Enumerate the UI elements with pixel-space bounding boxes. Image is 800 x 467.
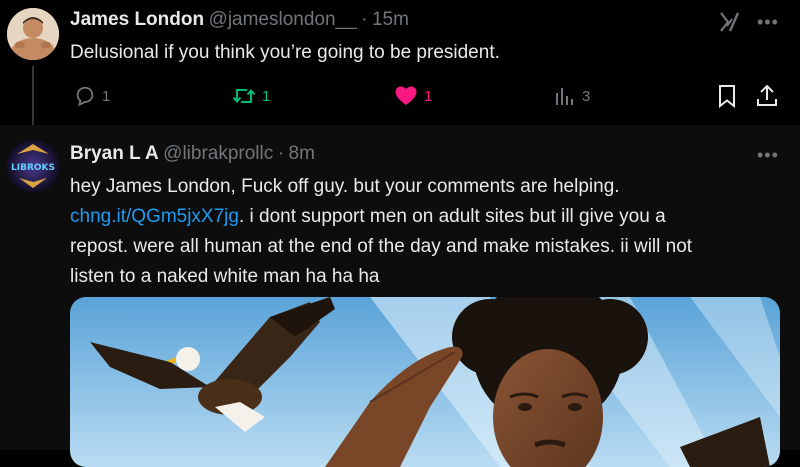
avatar[interactable]: LIBROKS bbox=[7, 140, 59, 192]
eagle-salute-illustration bbox=[70, 297, 780, 467]
handle[interactable]: @librakprollc bbox=[163, 143, 273, 164]
reply-count: 1 bbox=[102, 87, 111, 105]
analytics-icon bbox=[556, 88, 573, 105]
separator: · bbox=[361, 9, 368, 30]
share-icon[interactable] bbox=[756, 84, 778, 108]
tweet-header: Bryan L A @librakprollc · 8m bbox=[70, 143, 315, 165]
tweet-line-2: chng.it/QGm5jxX7jg. i dont support men o… bbox=[70, 202, 790, 232]
tweet-james-london[interactable]: James London @jameslondon__ · 15m ••• De… bbox=[0, 0, 800, 130]
handle[interactable]: @jameslondon__ bbox=[209, 9, 357, 30]
tweet-text: Delusional if you think you’re going to … bbox=[70, 42, 500, 63]
timestamp[interactable]: 15m bbox=[372, 9, 409, 30]
repost-button[interactable]: 1 bbox=[232, 85, 270, 107]
repost-count: 1 bbox=[262, 87, 271, 105]
tweet-line-1: hey James London, Fuck off guy. but your… bbox=[70, 176, 620, 197]
separator: · bbox=[277, 143, 285, 164]
tweet-link[interactable]: chng.it/QGm5jxX7jg bbox=[70, 206, 239, 227]
tweet-line-4: listen to a naked white man ha ha ha bbox=[70, 266, 380, 287]
tweet-line-3: repost. were all human at the end of the… bbox=[70, 236, 693, 257]
display-name[interactable]: Bryan L A bbox=[70, 143, 159, 164]
tweet-image[interactable] bbox=[70, 297, 780, 467]
timestamp[interactable]: 8m bbox=[289, 143, 315, 164]
repost-icon bbox=[232, 88, 256, 104]
heart-icon bbox=[395, 86, 417, 105]
more-options-icon[interactable]: ••• bbox=[757, 12, 779, 33]
grok-icon[interactable] bbox=[718, 10, 742, 34]
thread-line bbox=[32, 66, 34, 130]
view-count: 3 bbox=[582, 87, 591, 105]
tweet-header: James London @jameslondon__ · 15m bbox=[70, 9, 409, 31]
views-button[interactable]: 3 bbox=[554, 85, 590, 107]
librok-logo-icon: LIBROKS bbox=[7, 140, 59, 192]
svg-text:LIBROKS: LIBROKS bbox=[11, 163, 55, 173]
display-name[interactable]: James London bbox=[70, 9, 204, 30]
like-count: 1 bbox=[424, 87, 433, 105]
avatar-photo-icon bbox=[7, 8, 59, 60]
more-options-icon[interactable]: ••• bbox=[757, 145, 779, 166]
avatar[interactable] bbox=[7, 8, 59, 60]
tweet-text-after-link: . i dont support men on adult sites but … bbox=[238, 206, 666, 227]
like-button[interactable]: 1 bbox=[394, 85, 432, 107]
bookmark-icon[interactable] bbox=[716, 84, 738, 109]
reply-icon bbox=[76, 86, 94, 107]
reply-button[interactable]: 1 bbox=[74, 85, 110, 107]
tweet-text: hey James London, Fuck off guy. but your… bbox=[70, 172, 790, 292]
tweet-bryan-la[interactable]: LIBROKS Bryan L A @librakprollc · 8m •••… bbox=[0, 125, 800, 467]
